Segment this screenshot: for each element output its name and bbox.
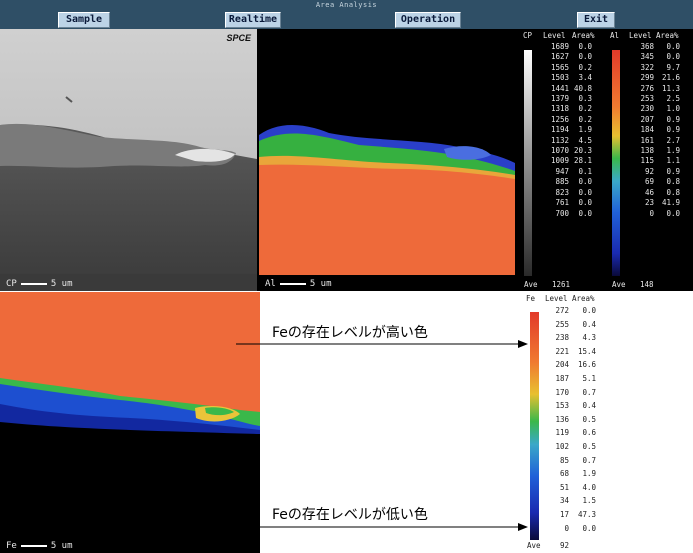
annotation-high: Feの存在レベルが高い色 <box>272 325 428 341</box>
annotation-arrows <box>236 340 528 531</box>
annotation-low: Feの存在レベルが低い色 <box>272 507 428 523</box>
